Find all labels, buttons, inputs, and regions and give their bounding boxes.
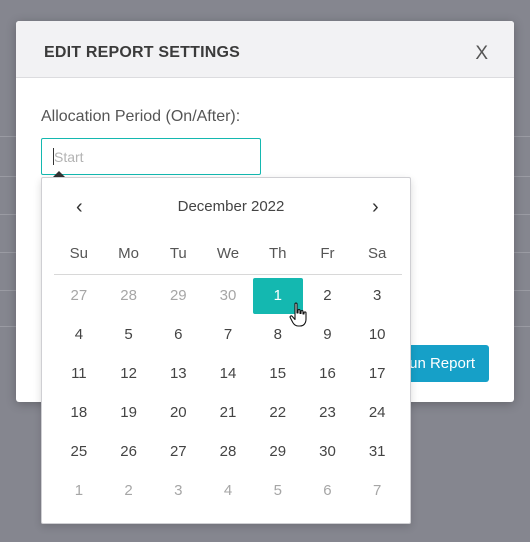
calendar-day[interactable]: 6 [303, 473, 353, 509]
modal-header: EDIT REPORT SETTINGS X [16, 21, 514, 78]
calendar-week-row: 25 26 27 28 29 30 31 [54, 434, 402, 473]
calendar-day[interactable]: 31 [352, 434, 402, 470]
calendar-day[interactable]: 29 [253, 434, 303, 470]
calendar-day[interactable]: 11 [54, 356, 104, 392]
text-caret [53, 148, 54, 165]
calendar-day[interactable]: 3 [153, 473, 203, 509]
calendar-day[interactable]: 13 [153, 356, 203, 392]
calendar-day[interactable]: 20 [153, 395, 203, 431]
datepicker-dropdown: December 2022 ‹ › Su Mo Tu We Th Fr Sa 2… [41, 177, 411, 524]
calendar-day[interactable]: 5 [253, 473, 303, 509]
calendar-day[interactable]: 18 [54, 395, 104, 431]
allocation-period-label: Allocation Period (On/After): [41, 108, 241, 125]
calendar-day[interactable]: 30 [203, 278, 253, 314]
calendar-day[interactable]: 7 [352, 473, 402, 509]
weekday-label: Mo [118, 245, 139, 262]
calendar-day[interactable]: 26 [104, 434, 154, 470]
calendar-week-row: 4 5 6 7 8 9 10 [54, 317, 402, 356]
calendar-day[interactable]: 2 [104, 473, 154, 509]
weekday-header: Su Mo Tu We Th Fr Sa [54, 245, 402, 275]
calendar-day[interactable]: 24 [352, 395, 402, 431]
prev-month-button[interactable]: ‹ [76, 196, 83, 219]
calendar-day[interactable]: 27 [153, 434, 203, 470]
calendar-day[interactable]: 7 [203, 317, 253, 353]
calendar-day[interactable]: 1 [54, 473, 104, 509]
calendar-day[interactable]: 27 [54, 278, 104, 314]
calendar-day[interactable]: 28 [203, 434, 253, 470]
weekday-label: Tu [169, 245, 187, 262]
calendar-day[interactable]: 12 [104, 356, 154, 392]
calendar-day[interactable]: 30 [303, 434, 353, 470]
calendar-day[interactable]: 16 [303, 356, 353, 392]
calendar-day[interactable]: 4 [203, 473, 253, 509]
weekday-label: Th [268, 245, 287, 262]
weekday-label: Su [69, 245, 89, 262]
calendar-day[interactable]: 6 [153, 317, 203, 353]
weekday-label: Sa [367, 245, 387, 262]
month-label: December 2022 [177, 198, 285, 215]
calendar-day[interactable]: 21 [203, 395, 253, 431]
hand-pointer-icon [289, 302, 307, 327]
calendar-day[interactable]: 22 [253, 395, 303, 431]
start-date-input[interactable] [41, 138, 261, 175]
calendar-grid: 27 28 29 30 1 2 3 4 5 6 7 8 9 10 11 12 13 14 15 16 17 18 19 20 2… [54, 278, 402, 512]
calendar-day[interactable]: 15 [253, 356, 303, 392]
calendar-day[interactable]: 14 [203, 356, 253, 392]
modal-title: EDIT REPORT SETTINGS [44, 44, 241, 61]
calendar-day[interactable]: 5 [104, 317, 154, 353]
calendar-day[interactable]: 23 [303, 395, 353, 431]
calendar-day[interactable]: 10 [352, 317, 402, 353]
weekday-label: Fr [320, 245, 335, 262]
weekday-label: We [216, 245, 240, 262]
calendar-week-row: 11 12 13 14 15 16 17 [54, 356, 402, 395]
calendar-week-row: 1234567 [54, 473, 402, 512]
calendar-day[interactable]: 29 [153, 278, 203, 314]
calendar-day[interactable]: 19 [104, 395, 154, 431]
close-button[interactable]: X [475, 43, 488, 65]
calendar-week-row: 18 19 20 21 22 23 24 [54, 395, 402, 434]
calendar-day[interactable]: 25 [54, 434, 104, 470]
calendar-day[interactable]: 3 [352, 278, 402, 314]
next-month-button[interactable]: › [372, 196, 379, 219]
calendar-day[interactable]: 17 [352, 356, 402, 392]
calendar-day[interactable]: 4 [54, 317, 104, 353]
calendar-day[interactable]: 28 [104, 278, 154, 314]
calendar-week-row: 27 28 29 30 1 2 3 [54, 278, 402, 317]
